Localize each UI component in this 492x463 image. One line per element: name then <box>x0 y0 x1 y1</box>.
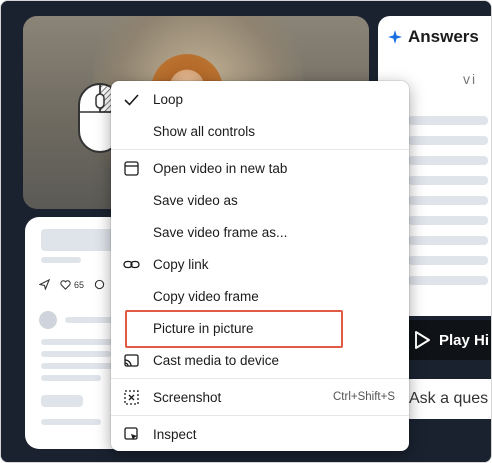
reply-button-placeholder <box>41 395 83 407</box>
answer-line-placeholder <box>408 156 488 165</box>
menu-item-open-video-new-tab[interactable]: Open video in new tab <box>111 154 409 182</box>
menu-item-label: Show all controls <box>153 123 256 139</box>
answer-line-placeholder <box>408 176 488 185</box>
ask-question-input[interactable]: Ask a ques <box>399 379 491 419</box>
menu-separator <box>111 149 409 150</box>
post-subtitle-placeholder <box>41 257 81 263</box>
menu-item-copy-link[interactable]: Copy link <box>111 250 409 278</box>
answer-line-placeholder <box>408 236 488 245</box>
picture-in-picture-highlight <box>125 310 343 348</box>
browser-viewport: 65 Answers vi Play Hi Ask a ques Loop Sh… <box>0 0 492 463</box>
check-icon <box>124 94 139 106</box>
heart-icon <box>60 279 71 290</box>
cast-icon <box>124 354 139 367</box>
menu-separator <box>111 378 409 379</box>
menu-item-save-video-frame[interactable]: Save video frame as... <box>111 218 409 246</box>
avatar <box>39 311 57 329</box>
like-button[interactable]: 65 <box>60 280 84 290</box>
video-context-menu: Loop Show all controls Open video in new… <box>111 81 409 451</box>
menu-item-copy-video-frame[interactable]: Copy video frame <box>111 282 409 310</box>
menu-item-shortcut: Ctrl+Shift+S <box>333 391 395 403</box>
answers-partial-text: vi <box>463 71 478 87</box>
answers-header: Answers <box>388 27 479 47</box>
menu-item-label: Save video frame as... <box>153 224 288 240</box>
comment-line-placeholder <box>41 339 121 345</box>
answers-title: Answers <box>408 27 479 46</box>
post-actions: 65 <box>39 279 105 290</box>
sparkle-icon <box>388 30 402 44</box>
menu-item-loop[interactable]: Loop <box>111 85 409 113</box>
new-tab-icon <box>124 161 139 176</box>
play-icon <box>415 331 430 349</box>
answer-line-placeholder <box>408 196 488 205</box>
menu-item-cast-media[interactable]: Cast media to device <box>111 346 409 374</box>
menu-item-show-all-controls[interactable]: Show all controls <box>111 117 409 145</box>
screenshot-icon <box>124 390 139 405</box>
ask-question-placeholder: Ask a ques <box>409 390 489 407</box>
comment-line-placeholder <box>41 351 111 357</box>
play-button-label: Play Hi <box>439 331 490 349</box>
answer-line-placeholder <box>408 116 488 125</box>
menu-item-label: Inspect <box>153 426 197 442</box>
answer-line-placeholder <box>408 136 488 145</box>
answer-line-placeholder <box>408 216 488 225</box>
answer-line-placeholder <box>408 256 488 265</box>
menu-item-label: Copy link <box>153 256 209 272</box>
menu-item-label: Loop <box>153 91 184 107</box>
share-icon[interactable] <box>39 279 50 290</box>
like-count: 65 <box>74 279 85 290</box>
menu-item-label: Cast media to device <box>153 352 280 368</box>
play-button[interactable]: Play Hi <box>401 320 491 360</box>
menu-item-screenshot[interactable]: Screenshot Ctrl+Shift+S <box>111 383 409 411</box>
comment-author-placeholder <box>65 317 115 323</box>
menu-item-save-video-as[interactable]: Save video as <box>111 186 409 214</box>
menu-item-label: Copy video frame <box>153 288 259 304</box>
answer-line-placeholder <box>408 276 488 285</box>
comment-icon[interactable] <box>94 279 105 290</box>
comment-line-placeholder <box>41 375 101 381</box>
comment-line-placeholder <box>41 363 121 369</box>
menu-separator <box>111 415 409 416</box>
menu-item-label: Open video in new tab <box>153 160 288 176</box>
comment-line-placeholder <box>41 419 101 425</box>
inspect-icon <box>124 427 138 440</box>
menu-item-inspect[interactable]: Inspect <box>111 420 409 448</box>
link-icon <box>123 260 140 269</box>
menu-item-label: Screenshot <box>153 389 222 405</box>
menu-item-label: Save video as <box>153 192 238 208</box>
